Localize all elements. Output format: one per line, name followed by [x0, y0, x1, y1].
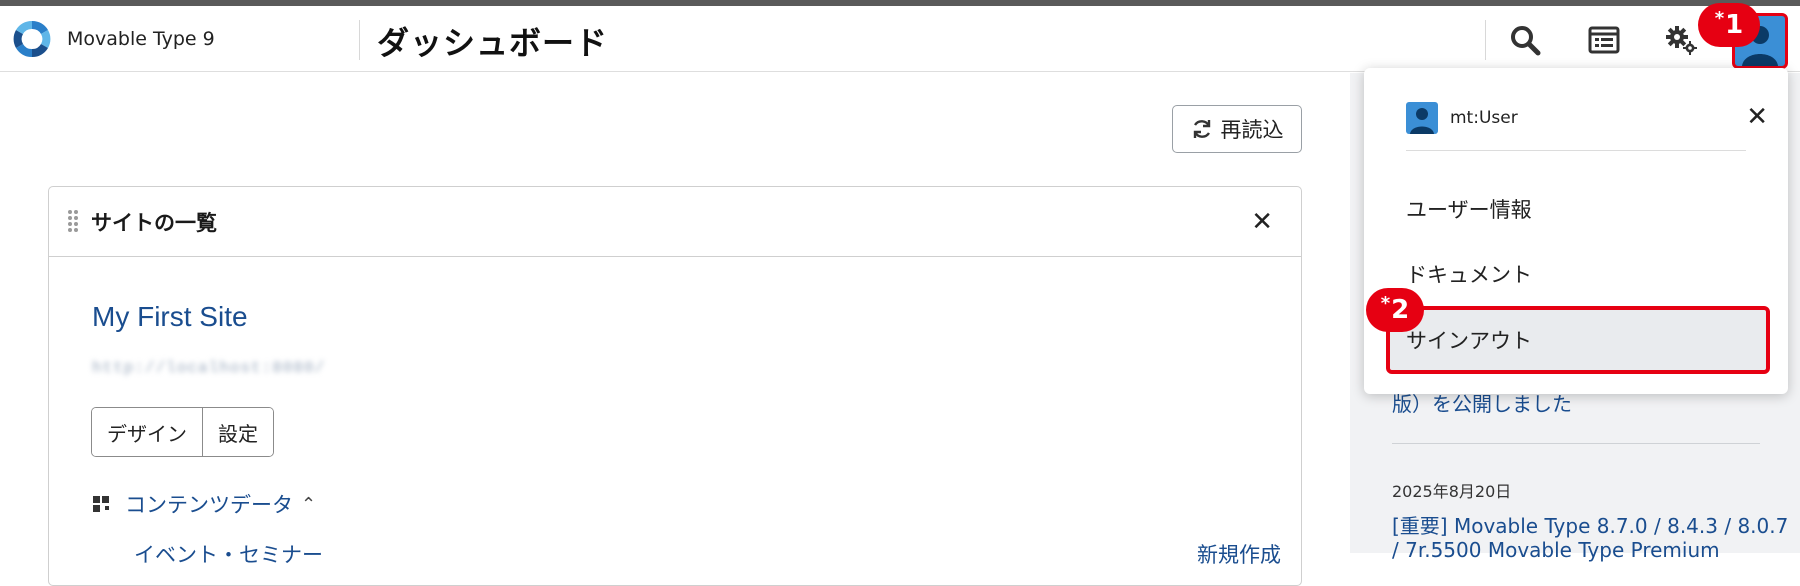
- content-data-label: コンテンツデータ: [125, 493, 293, 517]
- search-button[interactable]: [1505, 20, 1545, 60]
- design-button[interactable]: デザイン: [92, 408, 202, 456]
- search-icon: [1511, 26, 1541, 56]
- app-name: Movable Type 9: [67, 28, 215, 50]
- chevron-up-icon: ⌃: [301, 493, 317, 515]
- list-view-button[interactable]: [1584, 20, 1624, 60]
- content-data-icon: [93, 496, 109, 512]
- header: Movable Type 9 ダッシュボード: [0, 6, 1800, 72]
- site-url[interactable]: http://localhost:8080/: [92, 359, 325, 377]
- content-data-toggle[interactable]: コンテンツデータ ⌃: [93, 489, 316, 519]
- news-link[interactable]: [重要] Movable Type 8.7.0 / 8.4.3 / 8.0.7: [1392, 510, 1788, 539]
- menu-item-user-info[interactable]: ユーザー情報: [1406, 194, 1532, 224]
- news-divider: [1392, 443, 1760, 444]
- sign-out-label: サインアウト: [1406, 329, 1532, 353]
- page-title: ダッシュボード: [377, 24, 609, 62]
- user-avatar-icon: [1410, 108, 1434, 134]
- site-list-widget: サイトの一覧 ✕ My First Site http://localhost:…: [48, 186, 1302, 586]
- badge-asterisk: *: [1714, 7, 1725, 29]
- brand[interactable]: Movable Type 9: [10, 16, 215, 62]
- annotation-badge-2: * 2: [1366, 288, 1424, 332]
- settings-button[interactable]: [1662, 20, 1702, 60]
- movable-type-logo-icon: [13, 20, 51, 58]
- badge-number: 1: [1725, 10, 1744, 40]
- news-date: 2025年8月20日: [1392, 482, 1512, 501]
- username: mt:User: [1450, 108, 1518, 128]
- header-divider: [359, 20, 360, 60]
- widget-title: サイトの一覧: [91, 211, 217, 235]
- header-divider-right: [1485, 20, 1486, 60]
- site-name-link[interactable]: My First Site: [92, 301, 248, 333]
- drag-handle-icon[interactable]: [67, 209, 79, 233]
- badge-asterisk: *: [1380, 292, 1391, 314]
- news-link-continued[interactable]: / 7r.5500 Movable Type Premium: [1392, 538, 1720, 562]
- content-type-link[interactable]: イベント・セミナー: [134, 539, 323, 569]
- dropdown-user: mt:User: [1406, 102, 1518, 134]
- close-icon[interactable]: ✕: [1746, 102, 1768, 132]
- reload-button[interactable]: 再読込: [1172, 105, 1302, 153]
- widget-header: サイトの一覧 ✕: [49, 187, 1301, 257]
- dropdown-divider: [1406, 150, 1746, 151]
- list-icon: [1588, 26, 1620, 54]
- user-dropdown-menu: mt:User ✕ ユーザー情報 ドキュメント サインアウト: [1364, 68, 1788, 394]
- site-actions: デザイン 設定: [91, 407, 274, 457]
- refresh-icon: [1193, 120, 1210, 138]
- gear-icon: [1666, 26, 1697, 55]
- widget-close-icon[interactable]: ✕: [1251, 207, 1273, 237]
- annotation-badge-1: * 1: [1698, 3, 1760, 47]
- menu-item-sign-out[interactable]: サインアウト: [1386, 306, 1770, 374]
- avatar: [1406, 102, 1438, 134]
- menu-item-documents[interactable]: ドキュメント: [1406, 259, 1532, 289]
- badge-number: 2: [1391, 295, 1410, 325]
- reload-label: 再読込: [1220, 119, 1284, 142]
- settings-link-button[interactable]: 設定: [202, 408, 273, 456]
- create-new-link[interactable]: 新規作成: [1197, 539, 1281, 569]
